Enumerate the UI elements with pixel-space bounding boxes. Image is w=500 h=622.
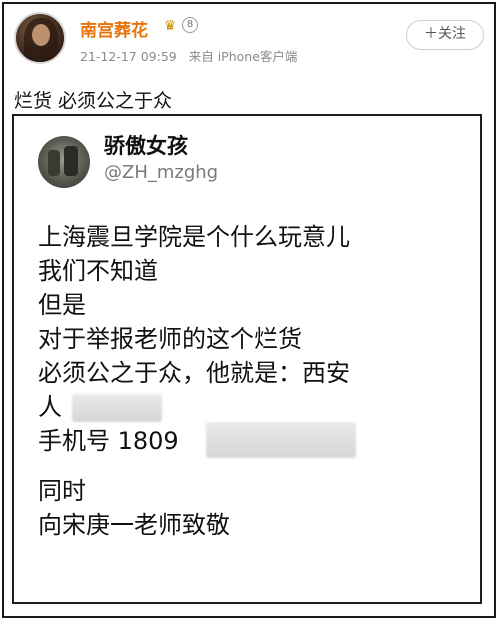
card-line: 上海震旦学院是个什么玩意儿 — [38, 223, 350, 251]
card-line: 向宋庚一老师致敬 — [38, 511, 230, 539]
card-line: 对于举报老师的这个烂货 — [38, 325, 302, 353]
crown-icon: ♛ — [163, 18, 177, 34]
card-avatar — [38, 136, 90, 188]
post-header: 南宫葬花 ♛ 8 21-12-17 09:59 来自 iPhone客户端 ＋关注 — [14, 12, 484, 68]
follow-button[interactable]: ＋关注 — [406, 20, 484, 50]
level-badge-icon: 8 — [182, 17, 198, 33]
embedded-screenshot-card: 骄傲女孩 @ZH_mzghg 上海震旦学院是个什么玩意儿 我们不知道 但是 对于… — [12, 114, 482, 604]
user-avatar[interactable] — [14, 12, 66, 64]
post-text: 烂货 必须公之于众 — [14, 90, 173, 112]
card-line: 同时 — [38, 477, 86, 505]
avatar-figure — [48, 150, 60, 176]
card-line-text: 人 — [38, 393, 62, 421]
card-body: 上海震旦学院是个什么玩意儿 我们不知道 但是 对于举报老师的这个烂货 必须公之于… — [38, 220, 468, 542]
card-line-with-redaction: 手机号 1809 — [38, 422, 468, 458]
post-timestamp: 21-12-17 09:59 — [80, 49, 177, 64]
card-handle: @ZH_mzghg — [104, 162, 219, 183]
card-line: 但是 — [38, 291, 86, 319]
username[interactable]: 南宫葬花 — [80, 16, 148, 41]
redaction-blur — [72, 394, 162, 422]
avatar-face — [32, 24, 50, 46]
card-line: 我们不知道 — [38, 257, 158, 285]
post-meta: 21-12-17 09:59 来自 iPhone客户端 — [80, 46, 305, 65]
redaction-blur — [206, 422, 356, 458]
avatar-figure — [64, 146, 78, 176]
card-line-with-redaction: 人 — [38, 390, 468, 424]
card-line-text: 手机号 1809 — [38, 427, 179, 455]
card-line: 必须公之于众，他就是：西安 — [38, 359, 350, 387]
card-display-name: 骄傲女孩 — [104, 134, 188, 158]
post-source: 来自 iPhone客户端 — [188, 49, 298, 64]
